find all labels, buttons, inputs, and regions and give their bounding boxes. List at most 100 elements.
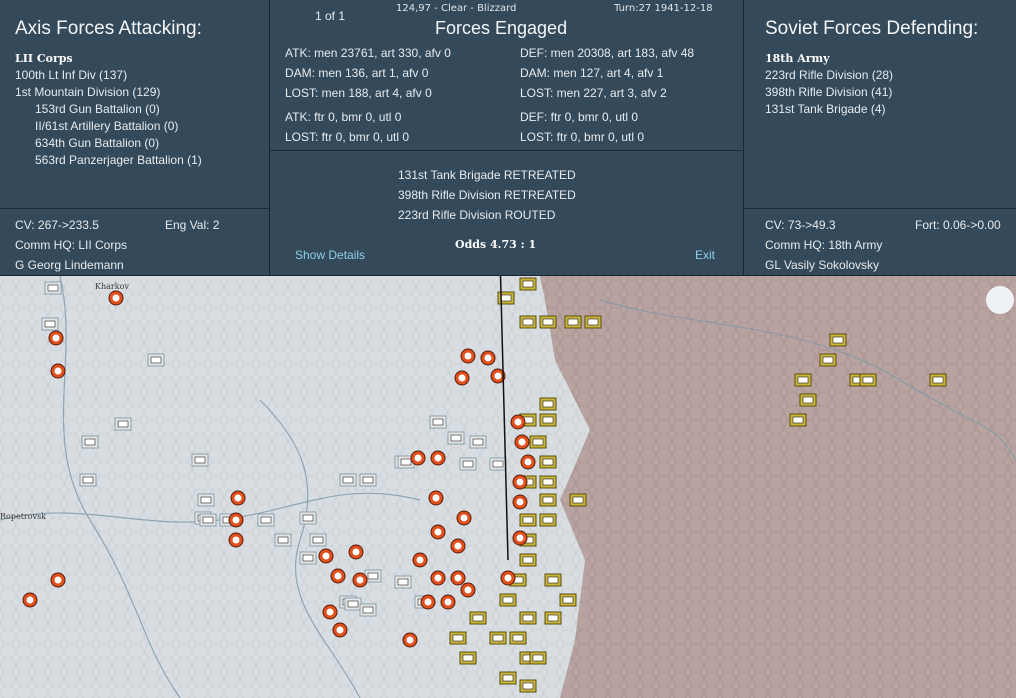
show-details-button[interactable]: Show Details xyxy=(295,248,365,262)
artillery-symbol-icon xyxy=(52,334,60,342)
combat-result: 131st Tank Brigade RETREATED xyxy=(398,168,576,182)
artillery-symbol-icon xyxy=(334,572,342,580)
combat-result: 398th Rifle Division RETREATED xyxy=(398,188,576,202)
attacker-unit[interactable]: II/61st Artillery Battalion (0) xyxy=(35,119,178,133)
artillery-symbol-icon xyxy=(434,574,442,582)
unit-symbol-icon xyxy=(932,376,944,384)
unit-symbol-icon xyxy=(567,318,579,326)
artillery-symbol-icon xyxy=(494,372,502,380)
combat-results-panel: 1 of 1 124,97 - Clear - Blizzard Turn:27… xyxy=(270,0,744,276)
artillery-symbol-icon xyxy=(518,438,526,446)
unit-symbol-icon xyxy=(452,634,464,642)
defender-air: DEF: ftr 0, bmr 0, utl 0 xyxy=(520,110,639,124)
hex-weather-readout: 124,97 - Clear - Blizzard xyxy=(396,3,517,14)
attacker-commander: G Georg Lindemann xyxy=(15,258,124,272)
unit-symbol-icon xyxy=(200,496,212,504)
attacker-comm-hq: Comm HQ: LII Corps xyxy=(15,238,128,252)
artillery-symbol-icon xyxy=(232,536,240,544)
artillery-symbol-icon xyxy=(356,576,364,584)
artillery-symbol-icon xyxy=(524,458,532,466)
unit-symbol-icon xyxy=(522,318,534,326)
attacker-air: ATK: ftr 0, bmr 0, utl 0 xyxy=(285,110,402,124)
unit-symbol-icon xyxy=(587,318,599,326)
defender-unit[interactable]: 398th Rifle Division (41) xyxy=(765,85,892,99)
attacker-damaged: DAM: men 136, art 1, afv 0 xyxy=(285,66,429,80)
artillery-symbol-icon xyxy=(26,596,34,604)
artillery-symbol-icon xyxy=(516,478,524,486)
unit-symbol-icon xyxy=(202,516,214,524)
defender-unit[interactable]: 131st Tank Brigade (4) xyxy=(765,102,886,116)
defender-heading: Soviet Forces Defending: xyxy=(765,18,979,39)
artillery-symbol-icon xyxy=(54,576,62,584)
unit-symbol-icon xyxy=(367,572,379,580)
town-label-ropetrovsk: Ropetrovsk xyxy=(0,512,46,521)
unit-symbol-icon xyxy=(84,438,96,446)
combat-result: 223rd Rifle Division ROUTED xyxy=(398,208,556,222)
unit-symbol-icon xyxy=(342,476,354,484)
artillery-symbol-icon xyxy=(484,354,492,362)
artillery-symbol-icon xyxy=(326,608,334,616)
unit-symbol-icon xyxy=(532,438,544,446)
unit-symbol-icon xyxy=(792,416,804,424)
artillery-symbol-icon xyxy=(504,574,512,582)
defender-panel: Soviet Forces Defending: 18th Army 223rd… xyxy=(744,0,1016,276)
unit-symbol-icon xyxy=(547,576,559,584)
unit-symbol-icon xyxy=(150,356,162,364)
attacker-unit[interactable]: 100th Lt Inf Div (137) xyxy=(15,68,127,82)
unit-symbol-icon xyxy=(472,614,484,622)
town-label-kharkov: Kharkov xyxy=(95,282,129,291)
attacker-unit[interactable]: 153rd Gun Battalion (0) xyxy=(35,102,160,116)
artillery-symbol-icon xyxy=(414,454,422,462)
defender-hq-name: 18th Army xyxy=(765,52,830,65)
defender-cv: CV: 73->49.3 xyxy=(765,218,836,232)
attacker-unit[interactable]: 563rd Panzerjager Battalion (1) xyxy=(35,153,202,167)
unit-symbol-icon xyxy=(450,434,462,442)
page-indicator: 1 of 1 xyxy=(315,9,346,23)
unit-symbol-icon xyxy=(312,536,324,544)
unit-symbol-icon xyxy=(547,614,559,622)
attacker-panel: Axis Forces Attacking: LII Corps 100th L… xyxy=(0,0,270,276)
defender-air-lost: LOST: ftr 0, bmr 0, utl 0 xyxy=(520,130,645,144)
unit-symbol-icon xyxy=(302,514,314,522)
defender-strength: DEF: men 20308, art 183, afv 48 xyxy=(520,46,695,60)
unit-symbol-icon xyxy=(500,294,512,302)
unit-symbol-icon xyxy=(822,356,834,364)
unit-symbol-icon xyxy=(542,318,554,326)
forces-engaged-heading: Forces Engaged xyxy=(435,18,568,38)
attacker-unit[interactable]: 1st Mountain Division (129) xyxy=(15,85,160,99)
artillery-symbol-icon xyxy=(434,454,442,462)
artillery-symbol-icon xyxy=(352,548,360,556)
artillery-symbol-icon xyxy=(460,514,468,522)
unit-symbol-icon xyxy=(432,418,444,426)
unit-symbol-icon xyxy=(522,280,534,288)
unit-symbol-icon xyxy=(400,458,412,466)
unit-symbol-icon xyxy=(522,556,534,564)
defender-unit[interactable]: 223rd Rifle Division (28) xyxy=(765,68,893,82)
unit-symbol-icon xyxy=(397,578,409,586)
unit-symbol-icon xyxy=(492,460,504,468)
unit-symbol-icon xyxy=(542,478,554,486)
attacker-air-lost: LOST: ftr 0, bmr 0, utl 0 xyxy=(285,130,410,144)
artillery-symbol-icon xyxy=(514,418,522,426)
unit-symbol-icon xyxy=(82,476,94,484)
unit-symbol-icon xyxy=(502,674,514,682)
unit-symbol-icon xyxy=(362,606,374,614)
artillery-symbol-icon xyxy=(234,494,242,502)
artillery-symbol-icon xyxy=(464,352,472,360)
unit-symbol-icon xyxy=(277,536,289,544)
steppe-terrain xyxy=(540,276,1016,698)
attacker-unit[interactable]: 634th Gun Battalion (0) xyxy=(35,136,159,150)
artillery-symbol-icon xyxy=(416,556,424,564)
artillery-symbol-icon xyxy=(434,528,442,536)
artillery-symbol-icon xyxy=(454,542,462,550)
unit-symbol-icon xyxy=(802,396,814,404)
unit-symbol-icon xyxy=(194,456,206,464)
defender-damaged: DAM: men 127, art 4, afv 1 xyxy=(520,66,664,80)
unit-symbol-icon xyxy=(542,416,554,424)
artillery-symbol-icon xyxy=(54,367,62,375)
unit-symbol-icon xyxy=(347,600,359,608)
unit-symbol-icon xyxy=(522,614,534,622)
exit-button[interactable]: Exit xyxy=(695,248,715,262)
unit-symbol-icon xyxy=(44,320,56,328)
unit-symbol-icon xyxy=(832,336,844,344)
